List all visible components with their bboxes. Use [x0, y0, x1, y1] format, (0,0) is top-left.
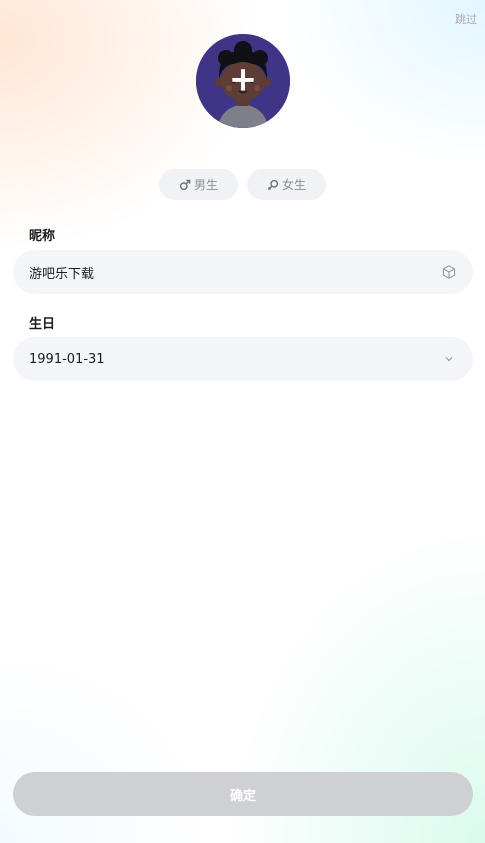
skip-button[interactable]: 跳过: [455, 11, 477, 27]
birthday-field[interactable]: 1991-01-31: [13, 337, 473, 381]
nickname-label: 昵称: [29, 229, 56, 244]
dice-icon[interactable]: [441, 264, 457, 280]
birthday-value: 1991-01-31: [29, 351, 105, 367]
avatar-upload[interactable]: +: [196, 34, 290, 128]
nickname-field[interactable]: 游吧乐下载: [13, 250, 473, 294]
gender-selector: 男生 女生: [0, 169, 485, 200]
chevron-down-icon: [445, 357, 453, 362]
female-label: 女生: [281, 178, 306, 192]
female-option-button[interactable]: 女生: [247, 169, 326, 200]
nickname-value: 游吧乐下载: [29, 266, 95, 282]
male-symbol-icon: [179, 179, 191, 190]
confirm-button[interactable]: 确定: [13, 772, 473, 816]
birthday-label: 生日: [29, 317, 56, 332]
plus-icon: +: [228, 59, 258, 100]
male-option-button[interactable]: 男生: [159, 169, 238, 200]
female-symbol-icon: [267, 179, 279, 190]
male-label: 男生: [193, 178, 218, 192]
